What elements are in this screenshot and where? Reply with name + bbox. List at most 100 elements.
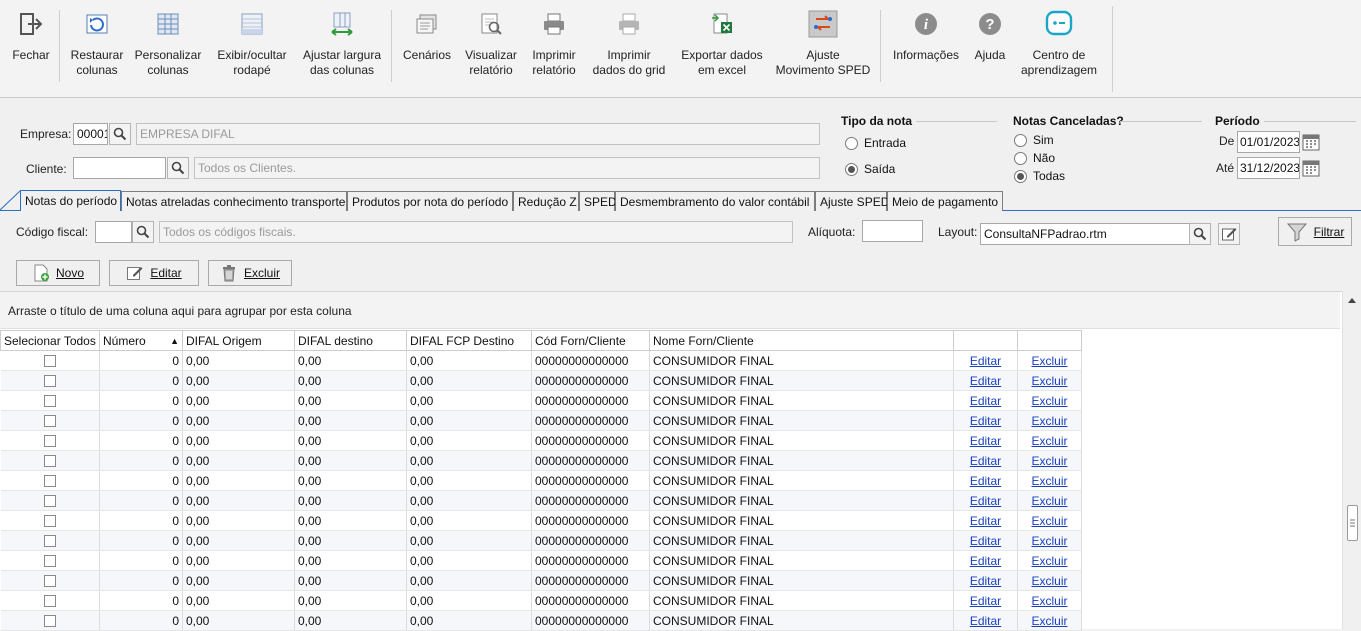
editar-link[interactable]: Editar <box>970 354 1001 368</box>
layout-edit-button[interactable] <box>1218 223 1240 245</box>
radio-nao[interactable]: Não <box>1014 151 1055 165</box>
editar-link[interactable]: Editar <box>970 574 1001 588</box>
table-row[interactable]: 0 0,00 0,00 0,00 00000000000000 CONSUMIDOR FI… <box>0 470 1082 491</box>
empresa-search-button[interactable] <box>109 123 131 145</box>
editar-link[interactable]: Editar <box>970 414 1001 428</box>
excluir-link[interactable]: Excluir <box>1031 494 1067 508</box>
col-difal-origem[interactable]: DIFAL Origem <box>182 330 295 351</box>
radio-saida[interactable]: Saída <box>845 162 895 176</box>
tab-sped[interactable]: SPED <box>579 191 617 211</box>
table-row[interactable]: 0 0,00 0,00 0,00 00000000000000 CONSUMIDOR FI… <box>0 390 1082 411</box>
select-checkbox-cell[interactable] <box>0 590 100 611</box>
col-difal-destino[interactable]: DIFAL destino <box>294 330 407 351</box>
excluir-link[interactable]: Excluir <box>1031 474 1067 488</box>
editar-link[interactable]: Editar <box>970 494 1001 508</box>
select-checkbox-cell[interactable] <box>0 490 100 511</box>
imprimir-relatorio-button[interactable]: Imprimir relatório <box>527 8 581 88</box>
select-checkbox-cell[interactable] <box>0 390 100 411</box>
col-cod-forn-cliente[interactable]: Cód Forn/Cliente <box>531 330 650 351</box>
vertical-scrollbar[interactable] <box>1342 291 1361 629</box>
editar-link[interactable]: Editar <box>970 434 1001 448</box>
row-checkbox[interactable] <box>43 595 56 608</box>
editar-link[interactable]: Editar <box>970 474 1001 488</box>
imprimir-grid-button[interactable]: Imprimir dados do grid <box>590 8 668 88</box>
excluir-link[interactable]: Excluir <box>1031 574 1067 588</box>
excluir-link[interactable]: Excluir <box>1031 594 1067 608</box>
tab-meio-pagamento[interactable]: Meio de pagamento <box>887 191 1003 211</box>
col-nome-forn-cliente[interactable]: Nome Forn/Cliente <box>649 330 954 351</box>
excluir-link[interactable]: Excluir <box>1031 374 1067 388</box>
tab-ajuste-sped[interactable]: Ajuste SPED <box>815 191 889 211</box>
empresa-code-input[interactable]: 00001 <box>73 123 108 145</box>
editar-button[interactable]: Editar <box>109 260 199 286</box>
table-row[interactable]: 0 0,00 0,00 0,00 00000000000000 CONSUMIDOR FI… <box>0 410 1082 431</box>
tab-notas-conhecimento[interactable]: Notas atreladas conhecimento transporte <box>121 191 347 211</box>
codigo-fiscal-input[interactable] <box>95 221 132 243</box>
radio-entrada[interactable]: Entrada <box>845 136 906 150</box>
editar-link[interactable]: Editar <box>970 374 1001 388</box>
fechar-button[interactable]: Fechar <box>10 8 52 88</box>
table-row[interactable]: 0 0,00 0,00 0,00 00000000000000 CONSUMIDOR FI… <box>0 350 1082 371</box>
row-checkbox[interactable] <box>43 555 56 568</box>
row-checkbox[interactable] <box>43 395 56 408</box>
novo-button[interactable]: Novo <box>16 260 100 286</box>
excluir-link[interactable]: Excluir <box>1031 554 1067 568</box>
row-checkbox[interactable] <box>43 375 56 388</box>
cenarios-button[interactable]: Cenários <box>400 8 454 88</box>
row-checkbox[interactable] <box>43 615 56 628</box>
scrollbar-thumb[interactable] <box>1347 505 1358 541</box>
tab-desmembramento[interactable]: Desmembramento do valor contábil <box>615 191 815 211</box>
table-row[interactable]: 0 0,00 0,00 0,00 00000000000000 CONSUMIDOR FI… <box>0 590 1082 611</box>
col-numero[interactable]: Número ▲ <box>99 330 183 351</box>
restaurar-colunas-button[interactable]: Restaurar colunas <box>68 8 126 88</box>
exibir-ocultar-rodape-button[interactable]: Exibir/ocultar rodapé <box>213 8 291 88</box>
group-by-hint[interactable]: Arraste o título de uma coluna aqui para… <box>0 292 1340 329</box>
excluir-link[interactable]: Excluir <box>1031 414 1067 428</box>
calendar-ate-button[interactable] <box>1301 158 1321 178</box>
select-checkbox-cell[interactable] <box>0 370 100 391</box>
excluir-link[interactable]: Excluir <box>1031 434 1067 448</box>
calendar-de-button[interactable] <box>1301 132 1321 152</box>
centro-aprendizagem-button[interactable]: Centro de aprendizagem <box>1017 8 1101 88</box>
layout-input[interactable]: ConsultaNFPadrao.rtm <box>980 223 1190 245</box>
table-row[interactable]: 0 0,00 0,00 0,00 00000000000000 CONSUMIDOR FI… <box>0 550 1082 571</box>
excluir-link[interactable]: Excluir <box>1031 354 1067 368</box>
excluir-link[interactable]: Excluir <box>1031 534 1067 548</box>
editar-link[interactable]: Editar <box>970 554 1001 568</box>
excluir-link[interactable]: Excluir <box>1031 394 1067 408</box>
tab-reducao-z[interactable]: Redução Z <box>513 191 579 211</box>
row-checkbox[interactable] <box>43 515 56 528</box>
editar-link[interactable]: Editar <box>970 514 1001 528</box>
row-checkbox[interactable] <box>43 535 56 548</box>
filtrar-button[interactable]: Filtrar <box>1278 217 1352 246</box>
table-row[interactable]: 0 0,00 0,00 0,00 00000000000000 CONSUMIDOR FI… <box>0 450 1082 471</box>
cliente-code-input[interactable] <box>73 157 166 179</box>
tab-notas-periodo[interactable]: Notas do período <box>20 190 121 211</box>
select-checkbox-cell[interactable] <box>0 430 100 451</box>
select-checkbox-cell[interactable] <box>0 530 100 551</box>
table-row[interactable]: 0 0,00 0,00 0,00 00000000000000 CONSUMIDOR FI… <box>0 490 1082 511</box>
table-row[interactable]: 0 0,00 0,00 0,00 00000000000000 CONSUMIDOR FI… <box>0 370 1082 391</box>
editar-link[interactable]: Editar <box>970 534 1001 548</box>
select-checkbox-cell[interactable] <box>0 350 100 371</box>
col-selecionar-todos[interactable]: Selecionar Todos <box>0 330 100 351</box>
codigo-fiscal-search-button[interactable] <box>132 221 154 243</box>
data-de-input[interactable]: 01/01/2023 <box>1237 131 1300 153</box>
radio-todas[interactable]: Todas <box>1014 169 1065 183</box>
select-checkbox-cell[interactable] <box>0 410 100 431</box>
excluir-link[interactable]: Excluir <box>1031 614 1067 628</box>
row-checkbox[interactable] <box>43 435 56 448</box>
editar-link[interactable]: Editar <box>970 394 1001 408</box>
informacoes-button[interactable]: i Informações <box>889 8 963 88</box>
row-checkbox[interactable] <box>43 415 56 428</box>
data-ate-input[interactable]: 31/12/2023 <box>1237 157 1300 179</box>
exportar-excel-button[interactable]: Exportar dados em excel <box>678 8 766 88</box>
col-difal-fcp-destino[interactable]: DIFAL FCP Destino <box>406 330 532 351</box>
ajuda-button[interactable]: ? Ajuda <box>970 8 1010 88</box>
tab-produtos-nota[interactable]: Produtos por nota do período <box>347 191 513 211</box>
select-checkbox-cell[interactable] <box>0 550 100 571</box>
row-checkbox[interactable] <box>43 355 56 368</box>
excluir-link[interactable]: Excluir <box>1031 514 1067 528</box>
ajuste-movimento-sped-button[interactable]: Ajuste Movimento SPED <box>773 8 873 88</box>
ajustar-largura-button[interactable]: Ajustar largura das colunas <box>300 8 384 88</box>
